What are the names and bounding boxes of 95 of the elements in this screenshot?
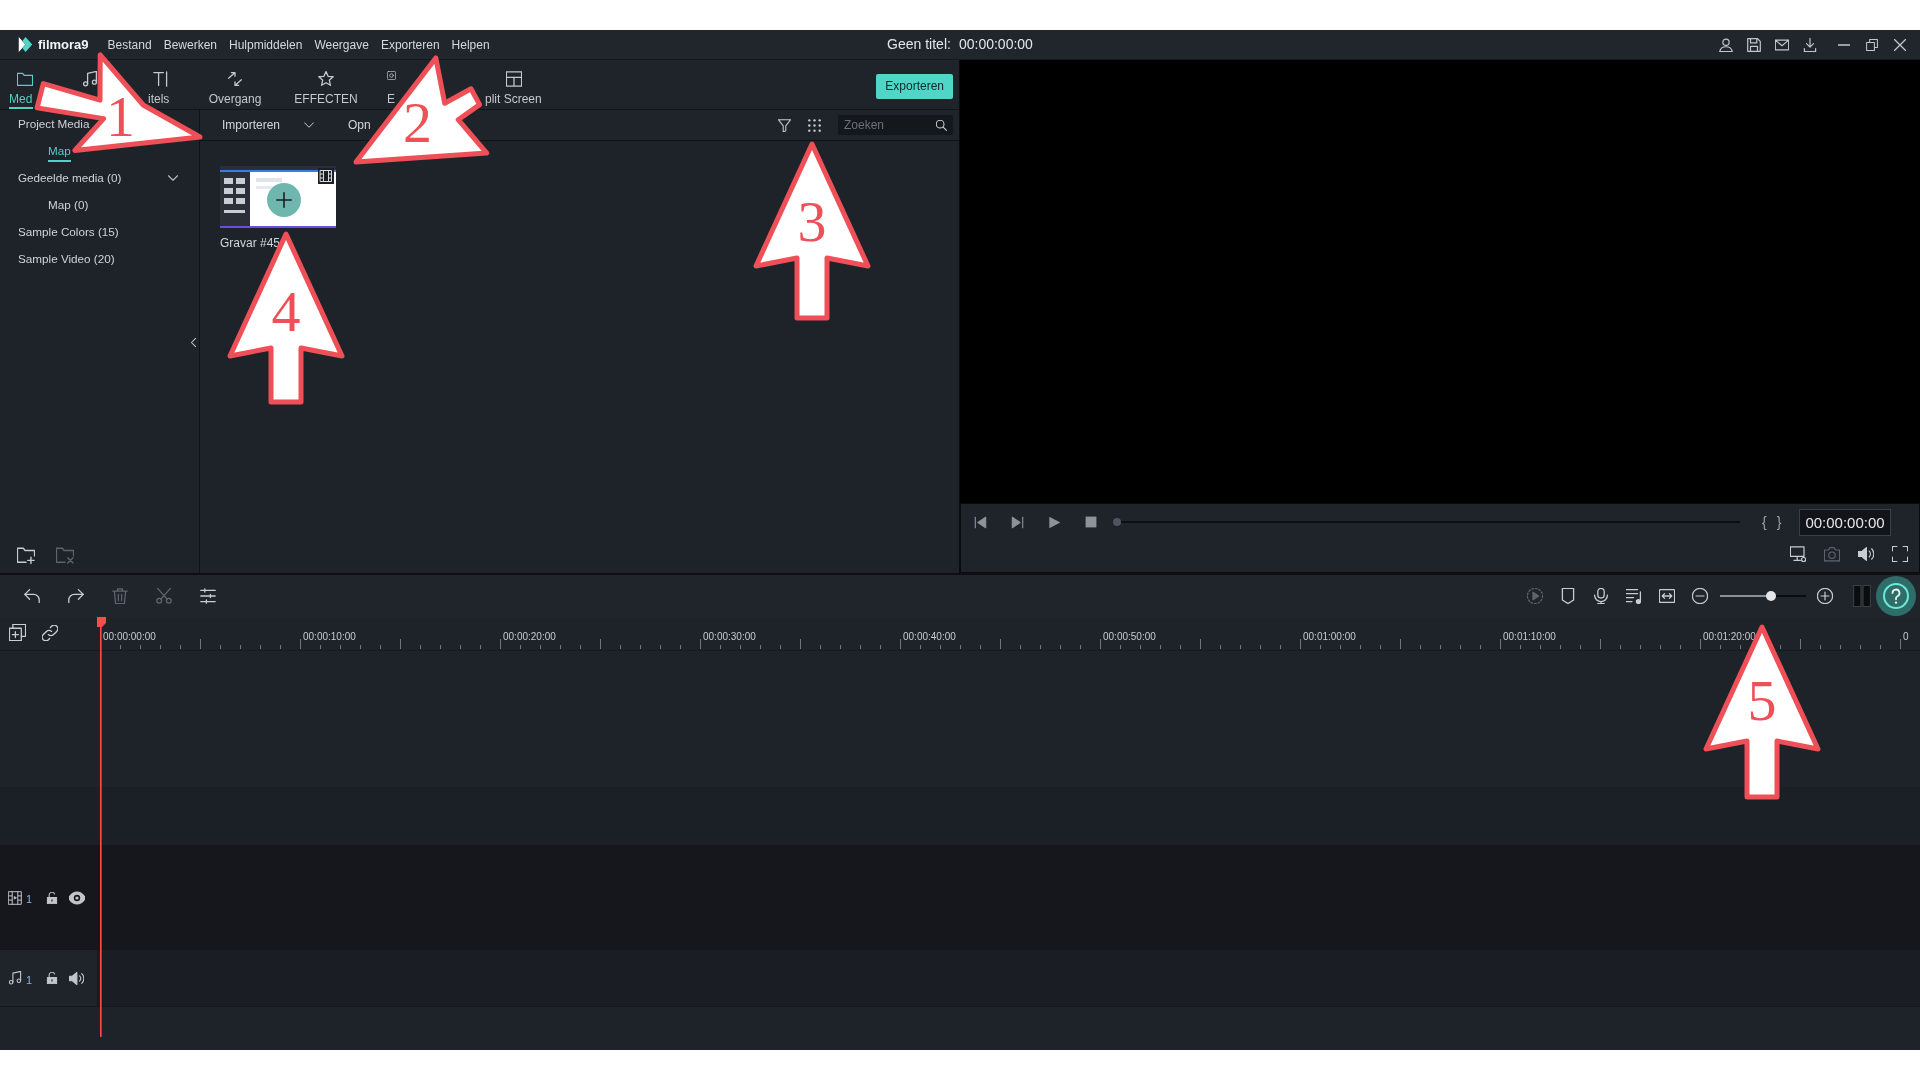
- annotation-number: 1: [106, 91, 135, 142]
- user-icon[interactable]: [1719, 37, 1733, 52]
- zoom-in-icon[interactable]: [1817, 588, 1833, 604]
- redo-icon[interactable]: [68, 588, 84, 604]
- zoom-slider-thumb[interactable]: [1765, 591, 1776, 601]
- ruler-label: 00:00:50:00: [1103, 631, 1156, 642]
- film-icon: [318, 168, 334, 184]
- seek-bar-thumb[interactable]: [1113, 518, 1121, 526]
- export-button[interactable]: Exporteren: [876, 74, 953, 99]
- plus-icon: [276, 192, 292, 208]
- mark-in-button[interactable]: {: [1762, 515, 1767, 529]
- sidebar-item[interactable]: Gedeelde media (0): [18, 170, 178, 189]
- media-title: Gravar #45: [220, 236, 281, 250]
- tab[interactable]: EFFECTEN: [294, 71, 358, 106]
- shapes-icon: [387, 71, 396, 80]
- marker-icon[interactable]: [1560, 588, 1576, 604]
- collapse-icon[interactable]: [191, 338, 196, 347]
- track-number: 1: [26, 892, 34, 908]
- grid-view-icon[interactable]: [808, 118, 821, 132]
- sliders-icon[interactable]: [200, 588, 216, 604]
- app-name: filmora9: [38, 35, 89, 54]
- ruler-label: 00:00:30:00: [703, 631, 756, 642]
- eye-icon[interactable]: [69, 889, 85, 906]
- ruler-label: 00:00:00:00: [103, 631, 156, 642]
- search-field[interactable]: Zoeken: [838, 115, 953, 135]
- tab[interactable]: itels: [148, 71, 174, 106]
- restore-icon[interactable]: [1866, 38, 1878, 51]
- ruler-label: 00:01:10:00: [1503, 631, 1556, 642]
- menu-item[interactable]: Bestand: [107, 37, 152, 52]
- import-dropdown[interactable]: Importeren: [222, 118, 315, 132]
- text-icon: [153, 71, 169, 87]
- undo-icon[interactable]: [24, 588, 40, 604]
- tab[interactable]: [82, 71, 98, 87]
- tab[interactable]: E: [387, 71, 396, 106]
- folder-icon: [17, 71, 33, 87]
- sidebar-item[interactable]: Project Media: [18, 116, 90, 135]
- ruler-label: 00:00:10:00: [303, 631, 356, 642]
- step-back-icon[interactable]: [974, 515, 987, 529]
- unlocked-icon[interactable]: [46, 891, 58, 904]
- sidebar-item[interactable]: Map (0): [48, 197, 89, 216]
- ruler-label: 00:01:00:00: [1303, 631, 1356, 642]
- window-title: Geen titel:: [887, 35, 951, 54]
- mark-out-button[interactable]: }: [1776, 515, 1782, 529]
- menu-item[interactable]: Exporteren: [380, 37, 440, 52]
- film-strip-icon: [8, 890, 22, 905]
- menu-item[interactable]: Helpen: [451, 37, 490, 52]
- tab[interactable]: plit Screen: [485, 71, 543, 106]
- menu-item[interactable]: Bewerken: [163, 37, 217, 52]
- search-icon[interactable]: [936, 119, 947, 131]
- close-icon[interactable]: [1894, 38, 1906, 51]
- ruler-label: 0: [1903, 631, 1909, 642]
- menu-item[interactable]: Weergave: [314, 37, 369, 52]
- music-list-icon[interactable]: [1626, 588, 1642, 604]
- filter-icon[interactable]: [778, 118, 791, 132]
- download-icon[interactable]: [1803, 37, 1817, 52]
- link-icon[interactable]: [42, 624, 58, 641]
- sidebar-item[interactable]: Sample Colors (15): [18, 224, 119, 243]
- track-number: 1: [26, 972, 34, 988]
- save-icon[interactable]: [1747, 37, 1761, 52]
- music-note-icon: [8, 971, 22, 985]
- microphone-icon[interactable]: [1593, 588, 1609, 604]
- preview-timecode: 00:00:00:00: [1799, 508, 1891, 536]
- volume-icon[interactable]: [1858, 546, 1874, 562]
- annotation-number: 4: [271, 287, 301, 337]
- chevron-down-icon: [304, 120, 315, 130]
- toolbar-button[interactable]: Opn: [348, 118, 371, 132]
- annotation-number: 3: [797, 197, 827, 247]
- star-icon: [318, 71, 334, 87]
- music-note-icon: [82, 71, 98, 87]
- stop-icon[interactable]: [1085, 516, 1097, 528]
- fullscreen-icon[interactable]: [1892, 546, 1908, 562]
- annotation-number: 5: [1747, 676, 1777, 726]
- play-icon[interactable]: [1048, 515, 1061, 529]
- project-duration: 00:00:00:00: [958, 35, 1033, 54]
- add-track-icon[interactable]: [9, 624, 26, 641]
- unlocked-icon[interactable]: [46, 972, 58, 984]
- step-forward-icon[interactable]: [1011, 515, 1024, 529]
- logo-icon: [18, 37, 33, 52]
- menu-item[interactable]: Hulpmiddelen: [229, 37, 303, 52]
- ruler-label: 00:01:20:00: [1703, 631, 1756, 642]
- ruler-label: 00:00:40:00: [903, 631, 956, 642]
- sidebar-item[interactable]: Sample Video (20): [18, 251, 115, 270]
- mail-icon[interactable]: [1775, 37, 1789, 52]
- zoom-out-icon[interactable]: [1692, 588, 1708, 604]
- new-folder-icon[interactable]: [17, 546, 35, 564]
- speaker-icon[interactable]: [69, 970, 84, 986]
- annotation-number: 2: [403, 97, 433, 148]
- split-screen-icon: [506, 71, 522, 87]
- display-settings-icon[interactable]: [1790, 546, 1806, 562]
- sidebar-item[interactable]: Map: [48, 143, 71, 162]
- transition-icon: [227, 71, 243, 87]
- tab[interactable]: Overgang: [208, 71, 262, 106]
- help-icon[interactable]: [1876, 576, 1916, 616]
- fit-icon[interactable]: [1659, 588, 1675, 604]
- ruler-label: 00:00:20:00: [503, 631, 556, 642]
